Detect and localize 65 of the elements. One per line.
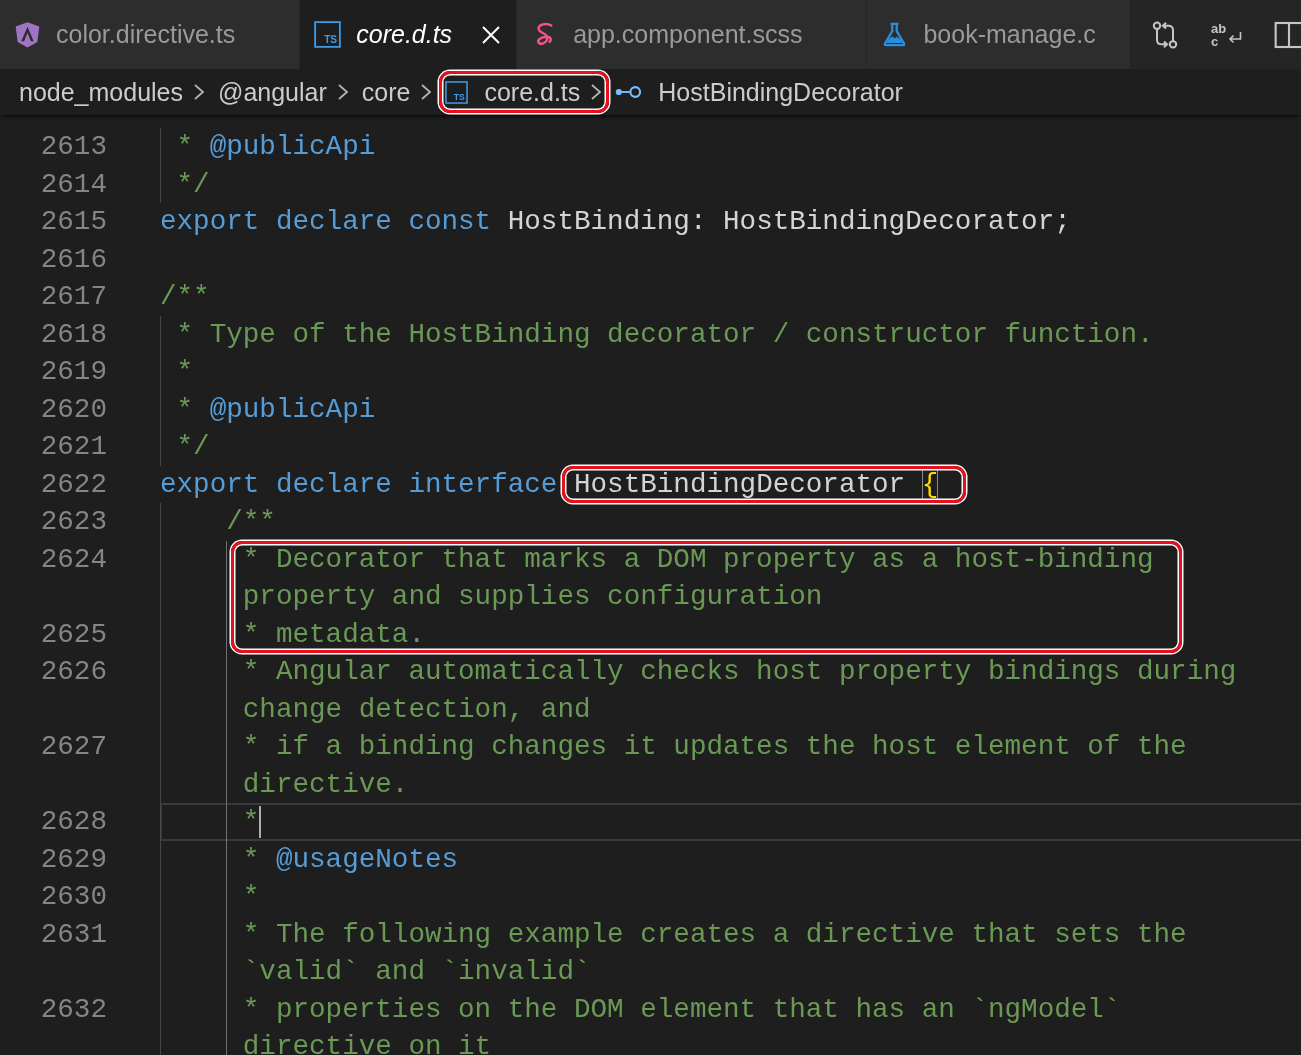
- ts-badge-icon: TS: [314, 21, 342, 48]
- code-line: directive on it: [242, 1030, 492, 1055]
- line-number: 2624: [40, 543, 107, 575]
- dot-ring-icon: [615, 84, 643, 100]
- code-line: *: [176, 355, 194, 389]
- code-line: export declare const HostBinding: HostBindingDecorator;: [160, 205, 1071, 239]
- editor-tab[interactable]: app.component.scss: [517, 0, 868, 69]
- code-line: * metadata.: [242, 617, 425, 652]
- breadcrumb-item[interactable]: core: [355, 70, 440, 114]
- line-number: 2613: [40, 131, 107, 162]
- breadcrumb-item[interactable]: HostBindingDecorator: [609, 70, 910, 114]
- line-number: 2631: [40, 918, 107, 950]
- editor-tab[interactable]: color.directive.ts: [0, 0, 301, 69]
- code-line: /**: [226, 505, 276, 539]
- code-line: * The following example creates a directive that sets the: [242, 917, 1187, 952]
- line-number: 2616: [40, 243, 107, 275]
- editor-tab[interactable]: book-manage.c: [867, 0, 1130, 69]
- code-line: */: [176, 167, 210, 202]
- code-line: * @usageNotes: [242, 842, 459, 877]
- line-number: 2622: [40, 468, 107, 500]
- breadcrumb-item[interactable]: TS core.d.ts: [439, 70, 610, 114]
- code-line: change detection, and: [242, 692, 591, 727]
- shield-icon: [14, 21, 41, 48]
- chevron-right-icon: [420, 83, 433, 101]
- chevron-right-icon: [336, 83, 349, 101]
- line-number: 2617: [40, 281, 107, 312]
- line-number: 2619: [40, 356, 107, 387]
- chevron-right-icon: [590, 83, 603, 101]
- abc-toggle-button[interactable]: ab c: [1207, 14, 1247, 55]
- code-line: property and supplies configuration: [242, 580, 823, 614]
- line-number: 2620: [40, 393, 107, 425]
- close-icon: [481, 24, 502, 45]
- line-number: 2626: [40, 656, 107, 687]
- code-line: * Decorator that marks a DOM property as a host-binding: [242, 542, 1154, 577]
- breadcrumb-item[interactable]: node_modules: [13, 70, 212, 114]
- line-number: 2618: [40, 318, 107, 350]
- line-number: 2628: [40, 806, 107, 837]
- code-line: * Type of the HostBinding decorator / constructor function.: [176, 317, 1154, 352]
- line-number: 2623: [40, 506, 107, 537]
- line-number: 2632: [40, 993, 107, 1025]
- code-line: *: [242, 805, 260, 839]
- line-number: 2625: [40, 618, 107, 650]
- line-number: 2614: [40, 168, 107, 200]
- editor-tab[interactable]: TS core.d.ts: [300, 0, 518, 69]
- chevron-right-icon: [193, 83, 205, 101]
- code-line: `valid` and `invalid`: [242, 955, 591, 989]
- breadcrumb-item[interactable]: @angular: [212, 70, 356, 114]
- line-number: 2629: [40, 843, 107, 875]
- code-line: * @publicApi: [176, 392, 376, 427]
- code-line: * Angular automatically checks host property bindings during: [242, 655, 1237, 689]
- code-line: directive.: [242, 767, 409, 802]
- code-line: export declare interface: [160, 467, 559, 502]
- return-arrow-icon: [1227, 29, 1244, 46]
- code-line: *: [242, 880, 260, 914]
- line-number: 2630: [40, 881, 107, 912]
- code-line: * @publicApi: [176, 130, 376, 164]
- code-line: */: [176, 430, 210, 464]
- code-line: HostBindingDecorator {: [574, 467, 939, 502]
- code-line: * if a binding changes it updates the host element of the: [242, 730, 1187, 764]
- code-line: * properties on the DOM element that has an `ngModel`: [242, 992, 1121, 1027]
- line-number: 2627: [40, 731, 107, 762]
- line-number: 2615: [40, 206, 107, 237]
- code-line: /**: [160, 280, 210, 314]
- line-number: 2621: [40, 431, 107, 462]
- ts-badge-icon: TS: [445, 80, 469, 104]
